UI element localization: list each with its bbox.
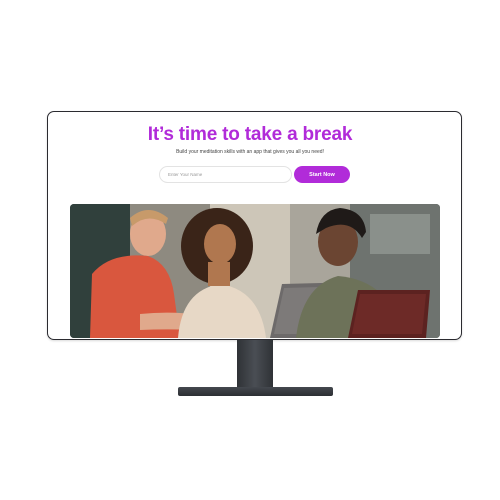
laptop-red bbox=[348, 290, 430, 338]
monitor-stand-neck bbox=[237, 340, 273, 390]
monitor-stand-base bbox=[178, 387, 333, 396]
hero-photo-illustration bbox=[70, 204, 440, 338]
start-now-button[interactable]: Start Now bbox=[294, 166, 350, 183]
photo-window bbox=[370, 214, 430, 254]
name-input[interactable] bbox=[159, 166, 292, 183]
hero-title: It’s time to take a break bbox=[147, 124, 353, 145]
hero-photo bbox=[70, 204, 440, 338]
hero-subtitle: Build your meditation skills with an app… bbox=[176, 149, 324, 155]
